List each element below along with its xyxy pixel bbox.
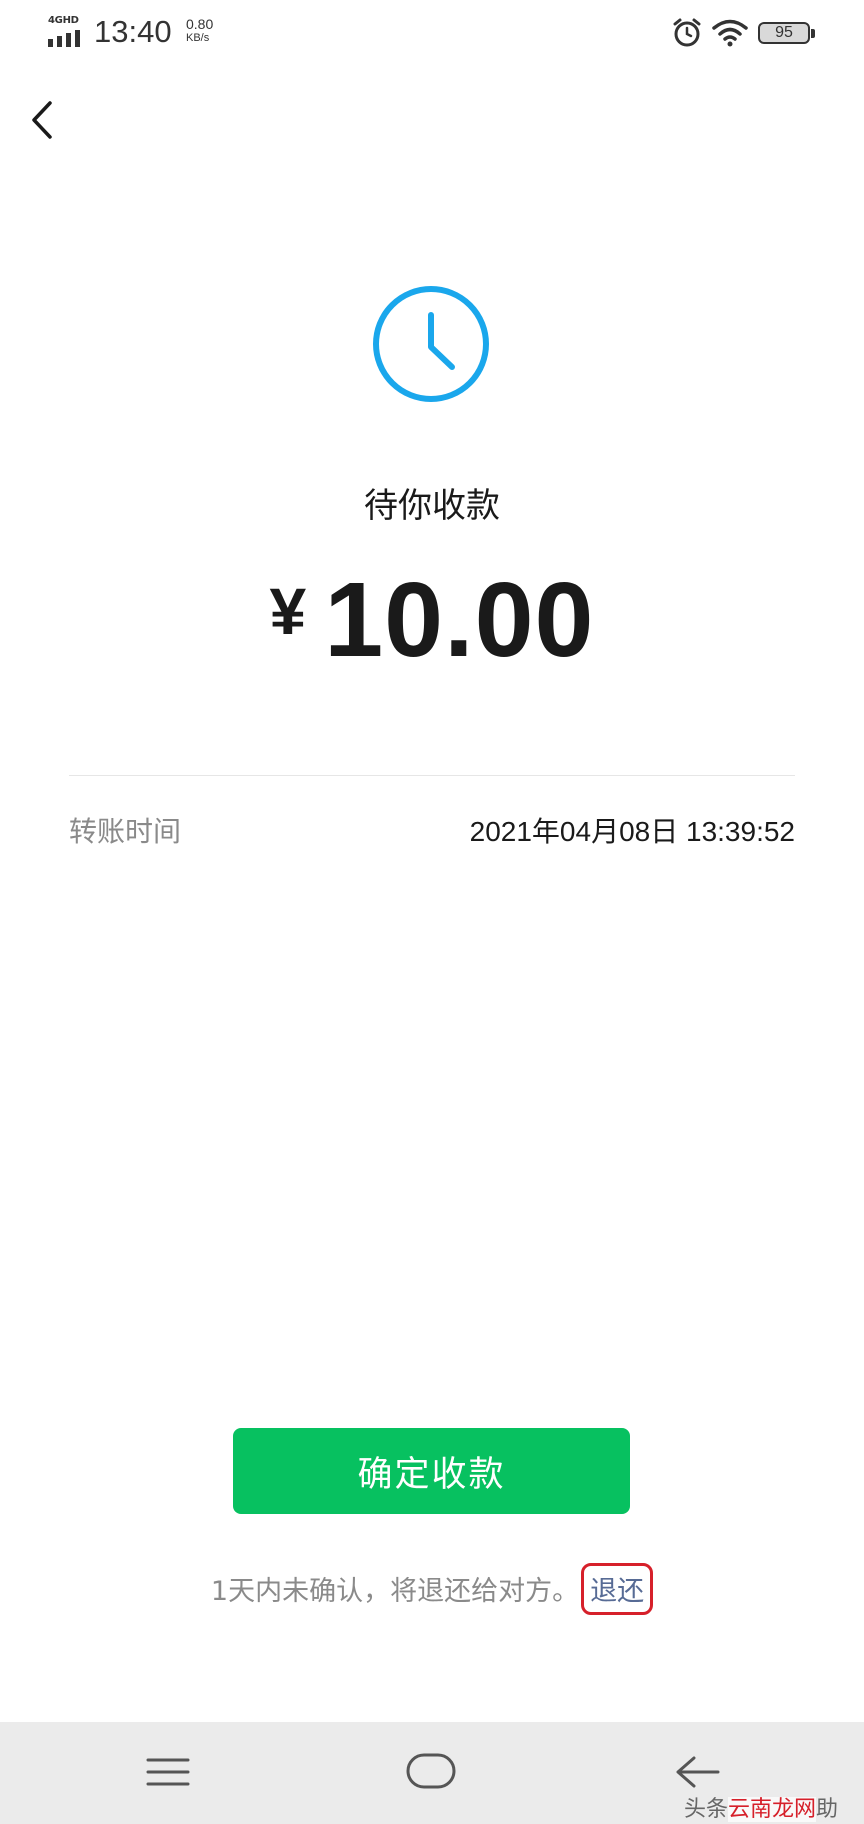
clock-icon [373,286,489,402]
amount-display: ¥10.00 [0,560,864,681]
back-arrow-icon[interactable] [672,1752,722,1792]
return-link[interactable]: 退还 [581,1563,654,1615]
transfer-time-row: 转账时间 2021年04月08日 13:39:52 [69,808,795,852]
network-speed: 0.80 KB/s [186,17,213,45]
divider [69,775,795,776]
home-icon[interactable] [405,1750,457,1792]
chevron-left-icon [32,101,52,139]
back-button[interactable] [22,92,62,148]
battery-icon: 95 [758,22,810,44]
return-note-text: 1天内未确认，将退还给对方。 [210,1576,580,1607]
menu-icon[interactable] [146,1752,190,1792]
network-speed-value: 0.80 [186,16,214,32]
wifi-icon [712,19,748,47]
return-note: 1天内未确认，将退还给对方。 退还 [0,1563,864,1615]
transfer-time-label: 转账时间 [69,815,182,848]
signal-icon [48,30,80,47]
watermark: 头条云南龙网助 [684,1791,838,1823]
battery-tip [811,29,815,38]
network-speed-unit: KB/s [186,32,210,44]
status-bar: 4GHD 13:40 0.80 KB/s 95 [0,0,864,70]
amount-value: 10.00 [324,561,595,679]
confirm-receipt-button[interactable]: 确定收款 [233,1428,630,1514]
status-time: 13:40 [94,14,172,49]
watermark-suffix: 助 [816,1797,839,1822]
watermark-accent: 云南龙网 [728,1797,817,1822]
watermark-prefix: 头条 [684,1797,729,1822]
transfer-time-value: 2021年04月08日 13:39:52 [469,816,795,847]
currency-symbol: ¥ [269,574,307,648]
status-title: 待你收款 [364,486,500,526]
network-type: 4GHD [48,15,79,26]
alarm-icon [673,18,701,47]
